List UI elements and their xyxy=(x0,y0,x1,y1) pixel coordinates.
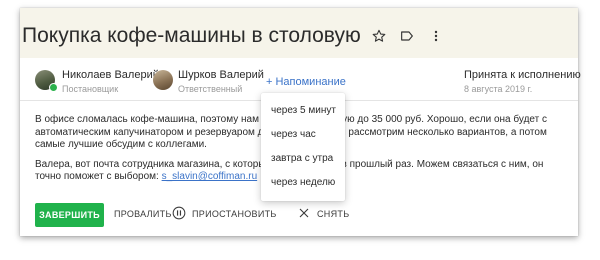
task-status: Принята к исполнению xyxy=(464,69,581,81)
cancel-button[interactable]: СНЯТЬ xyxy=(317,209,349,219)
assignee-name[interactable]: Шурков Валерий xyxy=(178,69,264,81)
more-vert-icon[interactable] xyxy=(428,28,444,44)
task-card: Покупка кофе-машины в столовую Николаев … xyxy=(20,8,581,236)
reminder-option-week[interactable]: через неделю xyxy=(271,177,335,188)
pause-icon[interactable] xyxy=(172,206,186,220)
close-icon[interactable] xyxy=(298,207,310,219)
status-date: 8 августа 2019 г. xyxy=(464,84,533,94)
reminder-dropdown: через 5 минут через час завтра с утра че… xyxy=(261,93,345,201)
online-status-dot xyxy=(49,83,58,92)
pause-button[interactable]: ПРИОСТАНОВИТЬ xyxy=(192,209,277,219)
complete-button[interactable]: ЗАВЕРШИТЬ xyxy=(35,203,104,227)
add-reminder-link[interactable]: + Напоминание xyxy=(266,76,346,88)
reminder-option-tomorrow[interactable]: завтра с утра xyxy=(271,153,333,164)
reminder-option-hour[interactable]: через час xyxy=(271,129,316,140)
task-title: Покупка кофе-машины в столовую xyxy=(22,24,361,47)
task-header: Покупка кофе-машины в столовую xyxy=(20,8,578,58)
star-icon[interactable] xyxy=(371,28,387,44)
avatar[interactable] xyxy=(153,70,173,90)
creator-name[interactable]: Николаев Валерий xyxy=(62,69,159,81)
tag-icon[interactable] xyxy=(399,28,415,44)
creator-role: Постановщик xyxy=(62,84,119,94)
reminder-option-5-min[interactable]: через 5 минут xyxy=(271,105,336,116)
email-link[interactable]: s_slavin@coffiman.ru xyxy=(162,171,258,182)
assignee-role: Ответственный xyxy=(178,84,243,94)
fail-button[interactable]: ПРОВАЛИТЬ xyxy=(114,209,172,219)
